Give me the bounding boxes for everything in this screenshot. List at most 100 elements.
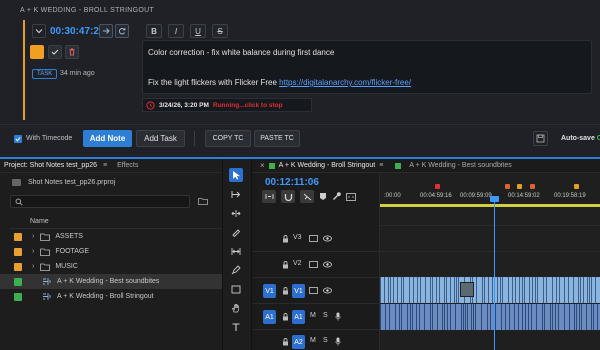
ripple-edit-tool-icon[interactable]: [229, 206, 243, 220]
eye-icon[interactable]: [323, 235, 332, 242]
pen-tool-icon[interactable]: [229, 263, 243, 277]
lock-icon[interactable]: [282, 338, 289, 346]
autosave-label[interactable]: Auto-save On: [561, 135, 600, 142]
source-patch-v1[interactable]: V1: [263, 284, 276, 298]
snap-magnet-icon[interactable]: [281, 190, 295, 203]
playhead[interactable]: [494, 200, 495, 350]
paste-tc-button[interactable]: PASTE TC: [254, 130, 300, 147]
nest-sequence-icon[interactable]: [262, 190, 276, 203]
project-item-footage[interactable]: › FOOTAGE: [0, 244, 222, 259]
track-target-a1[interactable]: A1: [292, 310, 305, 324]
lock-icon[interactable]: [282, 313, 289, 321]
label-color-swatch[interactable]: [14, 292, 22, 301]
time-ruler[interactable]: :00:00 00:04:59:16 00:09:59:09 00:14:59:…: [379, 173, 600, 209]
wrench-settings-icon[interactable]: [332, 192, 341, 201]
clip-edit-line: [505, 304, 506, 330]
delete-trash-icon[interactable]: [65, 45, 79, 59]
label-color-swatch[interactable]: [14, 277, 22, 286]
project-item-assets[interactable]: › ASSETS: [0, 229, 222, 244]
track-lanes[interactable]: [379, 209, 600, 350]
track-select-tool-icon[interactable]: [229, 187, 243, 201]
sync-lock-icon[interactable]: [309, 235, 318, 242]
with-timecode-checkbox[interactable]: [14, 135, 22, 143]
tab-broll-stringout[interactable]: A + K Wedding - Broll Stringout: [279, 162, 376, 169]
clip-edit-line: [458, 277, 459, 303]
sync-lock-icon[interactable]: [309, 261, 318, 268]
timer-row[interactable]: 3/24/26, 3:20 PM Running...click to stop: [142, 98, 312, 112]
project-search-input[interactable]: [10, 195, 190, 208]
solo-button[interactable]: S: [323, 337, 328, 344]
marker-red[interactable]: [435, 184, 440, 189]
add-marker-icon[interactable]: [319, 192, 327, 201]
bold-button[interactable]: B: [146, 24, 162, 38]
close-icon[interactable]: ×: [260, 161, 265, 170]
track-target-a2[interactable]: A2: [292, 335, 305, 349]
expand-chevron-icon[interactable]: ›: [32, 233, 34, 240]
linked-selection-icon[interactable]: [300, 190, 314, 203]
marker-orange[interactable]: [530, 184, 535, 189]
collapse-chevron-icon[interactable]: [32, 24, 46, 38]
timeline-timecode[interactable]: 00:12:11:06: [265, 177, 319, 188]
flicker-free-link[interactable]: https://digitalanarchy.com/flicker-free/: [279, 78, 411, 87]
italic-button[interactable]: I: [168, 24, 184, 38]
note-timecode[interactable]: 00:30:47:22: [50, 26, 104, 37]
label-color-swatch[interactable]: [14, 247, 22, 256]
solo-button[interactable]: S: [323, 312, 328, 319]
label-color-swatch[interactable]: [14, 262, 22, 271]
add-note-button[interactable]: Add Note: [83, 130, 132, 147]
v1-clip-strip[interactable]: [380, 277, 600, 303]
new-bin-icon[interactable]: [198, 197, 208, 205]
save-icon[interactable]: [533, 131, 548, 146]
note-text-area[interactable]: Color correction - fix white balance dur…: [142, 40, 592, 94]
hand-tool-icon[interactable]: [229, 301, 243, 315]
underline-button[interactable]: U: [190, 24, 206, 38]
marker-orange[interactable]: [505, 184, 510, 189]
tab-project[interactable]: Project: Shot Notes test_pp26: [4, 162, 97, 169]
project-item-best-soundbites[interactable]: A + K Wedding - Best soundbites: [0, 274, 222, 289]
source-patch-a1[interactable]: A1: [263, 310, 276, 324]
track-target-v1[interactable]: V1: [292, 284, 305, 298]
tab-effects[interactable]: Effects: [117, 162, 138, 169]
tab-menu-icon[interactable]: ≡: [103, 162, 107, 169]
microphone-icon[interactable]: [335, 337, 341, 346]
tab-best-soundbites[interactable]: A + K Wedding - Best soundbites: [409, 162, 511, 169]
lock-icon[interactable]: [282, 235, 289, 243]
copy-tc-button[interactable]: COPY TC: [205, 130, 251, 147]
project-item-music[interactable]: › MUSIC: [0, 259, 222, 274]
microphone-icon[interactable]: [335, 312, 341, 321]
expand-chevron-icon[interactable]: ›: [32, 248, 34, 255]
lock-icon[interactable]: [282, 287, 289, 295]
column-name-header[interactable]: Name: [30, 218, 49, 225]
label-color-swatch[interactable]: [14, 232, 22, 241]
mute-button[interactable]: M: [310, 312, 316, 319]
note-header: A + K WEDDING - BROLL STRINGOUT: [20, 0, 600, 20]
note-color-swatch[interactable]: [30, 45, 44, 59]
marker-yellow[interactable]: [574, 184, 579, 189]
complete-check-icon[interactable]: [48, 45, 62, 59]
rectangle-tool-icon[interactable]: [229, 282, 243, 296]
goto-timecode-icon[interactable]: [99, 24, 113, 38]
strikethrough-button[interactable]: S: [212, 24, 228, 38]
clip-edit-line: [536, 304, 537, 330]
eye-icon[interactable]: [323, 287, 332, 294]
mute-button[interactable]: M: [310, 337, 316, 344]
lock-icon[interactable]: [282, 261, 289, 269]
clip-edit-line: [380, 277, 381, 303]
tab-menu-icon[interactable]: ≡: [379, 162, 383, 169]
a1-clip-strip[interactable]: [380, 304, 600, 330]
razor-tool-icon[interactable]: [229, 225, 243, 239]
project-item-broll-stringout[interactable]: A + K Wedding - Broll Stringout: [0, 289, 222, 304]
type-tool-icon[interactable]: [229, 320, 243, 334]
selection-tool-icon[interactable]: [229, 168, 243, 182]
work-area-bar[interactable]: [380, 204, 600, 207]
sync-lock-icon[interactable]: [309, 287, 318, 294]
eye-icon[interactable]: [323, 261, 332, 268]
timer-status[interactable]: Running...click to stop: [213, 102, 283, 109]
expand-chevron-icon[interactable]: ›: [32, 263, 34, 270]
sync-timecode-icon[interactable]: [115, 24, 129, 38]
slip-tool-icon[interactable]: [229, 244, 243, 258]
captions-icon[interactable]: [346, 192, 356, 201]
marker-yellow[interactable]: [517, 184, 522, 189]
add-task-button[interactable]: Add Task: [136, 130, 185, 147]
playhead-handle[interactable]: [490, 196, 499, 202]
